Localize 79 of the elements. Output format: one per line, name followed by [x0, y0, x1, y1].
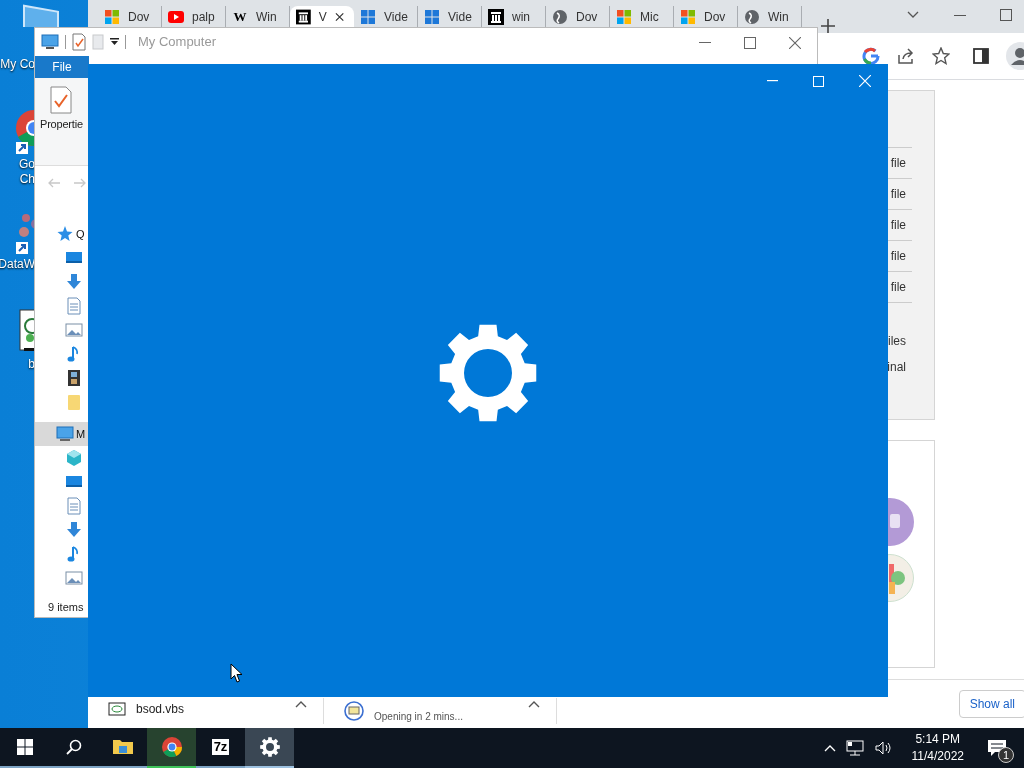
new-tab-icon[interactable]	[821, 19, 835, 33]
menu-item[interactable]: file	[890, 187, 906, 201]
folder-icon	[65, 393, 83, 412]
volume-icon[interactable]	[873, 740, 892, 756]
desktop-icon-label[interactable]: DataW	[0, 257, 36, 272]
close-icon[interactable]	[789, 36, 801, 49]
nav-item[interactable]: M	[35, 422, 88, 447]
window-title: My Computer	[138, 34, 217, 50]
four-squares-icon	[616, 8, 632, 25]
file-tab[interactable]: File	[35, 56, 89, 79]
maximize-icon[interactable]	[744, 36, 756, 49]
clock-time[interactable]: 5:14 PM	[915, 731, 961, 748]
columns-icon	[488, 8, 504, 25]
shortcut-arrow-icon	[16, 142, 28, 154]
clock-date[interactable]: 11/4/2022	[911, 748, 964, 765]
play-icon	[168, 8, 184, 25]
close-icon[interactable]	[334, 11, 344, 22]
document-icon	[65, 297, 83, 316]
four-squares-icon	[104, 8, 120, 25]
browser-tab[interactable]: V	[290, 6, 354, 27]
network-icon[interactable]	[845, 740, 864, 756]
menu-item[interactable]: file	[890, 156, 906, 170]
minimize-icon[interactable]	[766, 80, 778, 82]
file-icon	[108, 702, 126, 716]
google-g-icon[interactable]	[862, 47, 880, 65]
settings-icon	[438, 322, 538, 423]
film-icon	[65, 369, 83, 388]
chevron-down-icon[interactable]	[907, 11, 919, 19]
menu-item[interactable]: file	[890, 280, 906, 294]
menu-item[interactable]: file	[890, 218, 906, 232]
checkmark-document-icon[interactable]	[72, 32, 86, 51]
wiki-favicon: W	[232, 8, 248, 25]
maximize-icon[interactable]	[1000, 9, 1012, 21]
progress-ring-icon	[344, 701, 364, 721]
share-icon[interactable]	[897, 47, 915, 65]
columns-icon	[296, 8, 311, 25]
globe-icon	[552, 8, 568, 25]
computer-icon	[56, 425, 74, 444]
show-all-button[interactable]: Show all	[958, 690, 1024, 718]
minimize-icon[interactable]	[954, 15, 966, 17]
desktop-icon-label[interactable]: My Co	[0, 57, 36, 72]
download-name: bsod.vbs	[136, 702, 185, 716]
picture-icon	[65, 569, 83, 588]
document-icon	[65, 497, 83, 516]
status-text: 9 items	[47, 600, 85, 616]
cube-icon	[65, 449, 83, 468]
menu-item[interactable]: iles	[888, 334, 906, 348]
download-status: Opening in 2 mins...	[374, 710, 463, 722]
caret-up-icon[interactable]	[295, 700, 307, 708]
desktop-icon-label[interactable]: b	[28, 357, 36, 372]
computer-icon[interactable]	[41, 33, 59, 50]
taskbar-app[interactable]	[147, 728, 196, 768]
side-panel-icon[interactable]	[973, 48, 989, 64]
four-squares-icon	[680, 8, 696, 25]
minimize-icon[interactable]	[699, 41, 711, 44]
menu-item[interactable]: inal	[887, 360, 906, 374]
star-icon[interactable]	[932, 47, 950, 65]
four-squares-icon	[424, 8, 440, 25]
chrome-icon	[160, 736, 183, 758]
shortcut-arrow-icon	[16, 242, 28, 254]
taskbar-app[interactable]	[245, 728, 294, 768]
menu-item[interactable]: file	[890, 249, 906, 263]
picture-icon	[65, 321, 83, 340]
notification-badge: 1	[998, 747, 1014, 763]
nav-item[interactable]: Q	[35, 222, 88, 247]
properties-button[interactable]: Propertie	[40, 86, 83, 131]
four-squares-icon	[360, 8, 376, 25]
desktop-icon-label[interactable]: Ch	[19, 172, 36, 187]
caret-up-icon[interactable]	[528, 700, 540, 708]
desktop-icon-label[interactable]: Go	[19, 157, 36, 172]
mouse-cursor-icon	[230, 663, 243, 683]
windows-logo-icon	[16, 739, 33, 755]
globe-icon	[744, 8, 760, 25]
download-item[interactable]: bsod.vbs	[88, 698, 324, 724]
dropdown-icon[interactable]	[110, 37, 119, 46]
checkmark-document-icon	[50, 86, 73, 115]
search-icon	[65, 739, 82, 755]
download-item[interactable]: Opening in 2 mins...	[324, 698, 557, 724]
settings-icon	[258, 736, 281, 758]
